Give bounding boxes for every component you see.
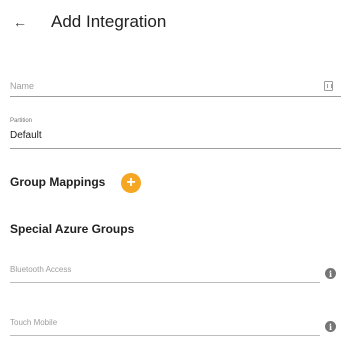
name-field[interactable]: Name <box>10 76 341 97</box>
add-integration-page: ← Add Integration Name Partition Default… <box>0 0 356 352</box>
back-arrow-icon: ← <box>13 14 27 30</box>
partition-label: Partition <box>10 118 33 124</box>
back-button[interactable]: ← <box>10 12 30 32</box>
touch-mobile-placeholder: Touch Mobile <box>10 318 58 327</box>
info-icon[interactable]: i <box>325 321 336 332</box>
page-title: Add Integration <box>51 12 167 31</box>
info-glyph: i <box>328 321 333 332</box>
special-azure-groups-title: Special Azure Groups <box>10 222 135 236</box>
info-glyph: i <box>328 268 333 279</box>
touch-mobile-underline <box>10 335 320 336</box>
bluetooth-access-underline <box>10 282 320 283</box>
group-mappings-title: Group Mappings <box>10 175 106 189</box>
partition-value: Default <box>10 130 42 141</box>
partition-underline <box>10 148 341 149</box>
add-group-mapping-button[interactable]: + <box>121 173 141 193</box>
input-helper-icon <box>324 81 333 91</box>
info-icon[interactable]: i <box>325 268 336 279</box>
touch-mobile-field[interactable]: Touch Mobile <box>10 316 320 336</box>
partition-field[interactable]: Partition Default <box>10 118 341 149</box>
bluetooth-access-field[interactable]: Bluetooth Access <box>10 263 320 283</box>
name-placeholder: Name <box>10 81 35 91</box>
header: ← Add Integration <box>0 0 356 44</box>
bluetooth-access-placeholder: Bluetooth Access <box>10 265 72 274</box>
name-underline <box>10 96 341 97</box>
plus-icon: + <box>126 174 136 191</box>
